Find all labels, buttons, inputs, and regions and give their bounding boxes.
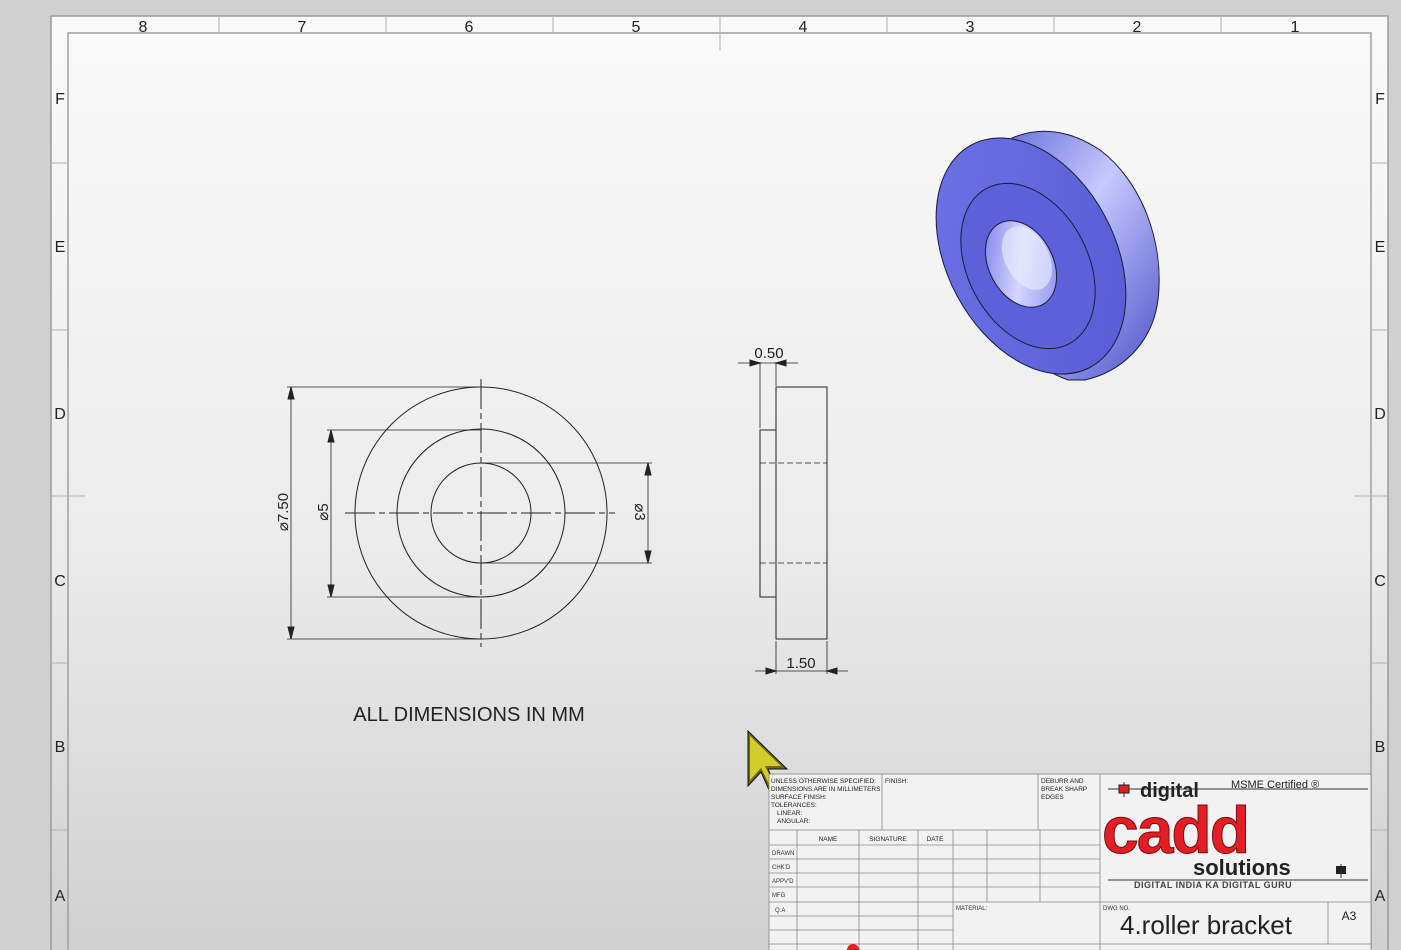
zone-label-top: 6 [465,19,474,36]
zone-label-top: 8 [139,19,148,36]
column-header-signature: SIGNATURE [869,836,907,843]
logo-sub-word: solutions [1193,855,1291,880]
zone-label-top: 7 [298,19,307,36]
zone-label-left: A [55,888,66,905]
deburr-line: DEBURR AND [1041,778,1084,785]
deburr-line: BREAK SHARP [1041,786,1087,793]
spec-line: LINEAR: [777,810,802,817]
zone-label-right: D [1374,406,1386,423]
dimension-inner-diameter[interactable]: ⌀3 [631,503,648,520]
spec-line: UNLESS OTHERWISE SPECIFIED: [771,778,876,785]
column-header-name: NAME [819,836,838,843]
zone-label-top: 2 [1133,19,1142,36]
spec-line: TOLERANCES: [771,802,817,809]
zone-label-top: 5 [632,19,641,36]
zone-label-right: E [1375,239,1386,256]
logo-certified: MSME Certified ® [1231,779,1319,791]
zone-label-left: D [54,406,66,423]
zone-label-right: C [1374,573,1386,590]
row-label-mfg: MFG [772,893,786,899]
zone-label-right: F [1375,91,1385,108]
zone-label-left: B [55,739,66,756]
zone-label-right: A [1375,888,1386,905]
deburr-line: EDGES [1041,794,1064,801]
zone-label-top: 3 [966,19,975,36]
zone-label-top: 4 [799,19,808,36]
dimensions-note: ALL DIMENSIONS IN MM [353,704,585,726]
row-label-approved: APPV'D [772,879,794,885]
row-label-checked: CHK'D [772,865,791,871]
zone-label-left: F [55,91,65,108]
row-label-qa: Q.A [775,908,785,914]
finish-label: FINISH: [885,778,908,785]
logo-tagline: DIGITAL INDIA KA DIGITAL GURU [1134,880,1292,890]
zone-label-left: E [55,239,66,256]
dimension-outer-diameter[interactable]: ⌀7.50 [275,493,292,531]
dimension-middle-diameter[interactable]: ⌀5 [315,503,332,520]
zone-label-top: 1 [1291,19,1300,36]
zone-label-left: C [54,573,66,590]
dimension-flange-thickness[interactable]: 1.50 [786,655,815,672]
spec-line: SURFACE FINISH: [771,794,827,801]
material-label: MATERIAL: [956,906,988,912]
dimension-boss-thickness[interactable]: 0.50 [754,345,783,362]
drawing-title[interactable]: 4.roller bracket [1120,910,1293,940]
zone-label-right: B [1375,739,1386,756]
row-label-drawn: DRAWN [772,851,794,857]
column-header-date: DATE [927,836,945,843]
sheet-size: A3 [1342,909,1357,923]
spec-line: DIMENSIONS ARE IN MILLIMETERS [771,786,881,793]
drawing-sheet: 8 7 6 5 4 3 2 1 F E D C B A F E D C B A [0,0,1401,950]
spec-line: ANGULAR: [777,818,810,825]
